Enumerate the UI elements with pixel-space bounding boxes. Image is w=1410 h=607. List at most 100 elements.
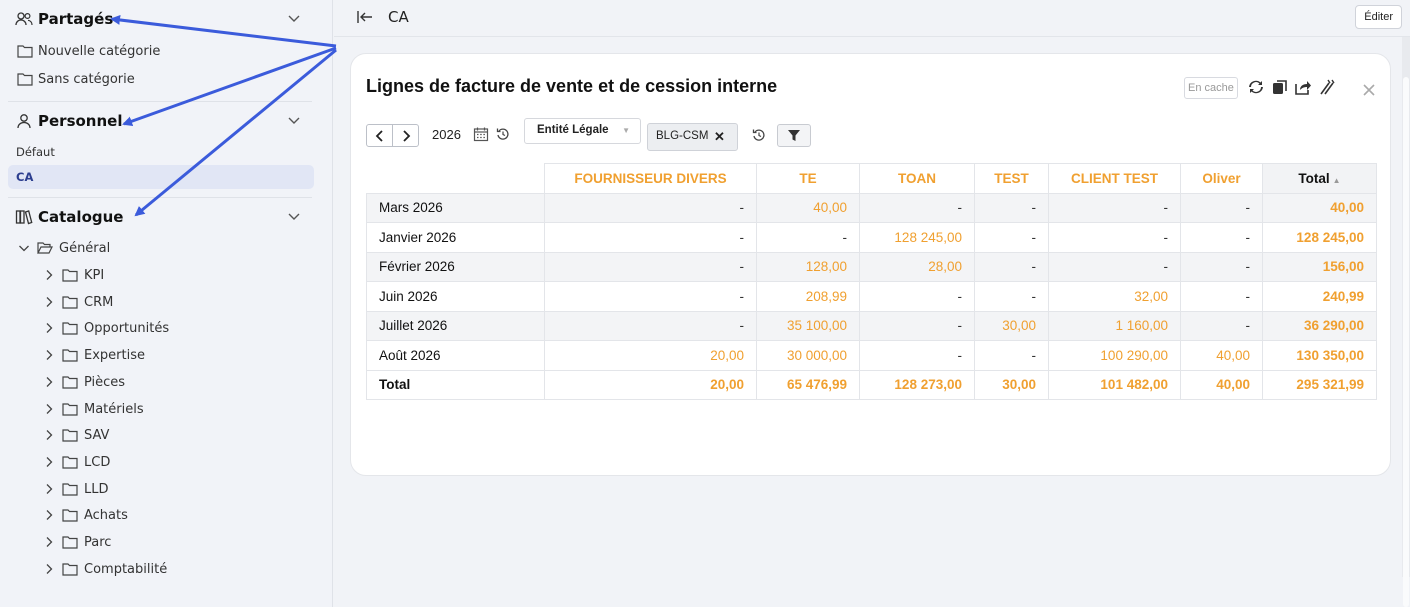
shared-folder-new[interactable]: Nouvelle catégorie xyxy=(17,40,160,62)
chevron-right-icon xyxy=(402,129,410,142)
row-total-cell: 36 290,00 xyxy=(1262,310,1377,341)
table-corner-cell xyxy=(366,163,545,194)
chevron-right-icon[interactable] xyxy=(42,321,56,335)
legal-entity-filter-label: Entité Légale xyxy=(537,124,609,136)
catalog-item[interactable]: Comptabilité xyxy=(42,558,167,580)
catalog-item[interactable]: Matériels xyxy=(42,398,144,420)
chevron-right-icon[interactable] xyxy=(42,455,56,469)
table-cell: - xyxy=(544,251,757,282)
catalog-item[interactable]: CRM xyxy=(42,291,113,313)
table-cell: 20,00 xyxy=(544,340,757,371)
chevron-right-icon[interactable] xyxy=(42,508,56,522)
top-bar: CA Éditer xyxy=(334,0,1410,37)
next-year-button[interactable] xyxy=(392,124,419,147)
table-row: Juillet 2026-35 100,00-30,00 1 160,00-36 … xyxy=(366,310,1377,341)
row-label: Mars 2026 xyxy=(366,192,545,223)
table-cell: - xyxy=(544,222,757,253)
folder-label: Nouvelle catégorie xyxy=(38,43,161,59)
tree-label: Général xyxy=(59,240,111,256)
table-cell: 128 273,00 xyxy=(859,369,975,400)
catalog-root-general[interactable]: Général xyxy=(17,237,110,259)
remove-chip-icon[interactable]: ✕ xyxy=(714,129,725,145)
sort-ascending-icon[interactable]: ▲ xyxy=(1333,176,1341,185)
refresh-icon[interactable] xyxy=(1247,78,1265,96)
catalog-item[interactable]: LLD xyxy=(42,478,109,500)
close-icon[interactable] xyxy=(1360,81,1378,99)
year-label: 2026 xyxy=(432,127,461,142)
users-icon xyxy=(15,10,33,28)
filter-button[interactable] xyxy=(777,124,811,147)
shared-folder-uncategorized[interactable]: Sans catégorie xyxy=(17,68,135,90)
chevron-down-icon[interactable] xyxy=(17,241,31,255)
page-title: CA xyxy=(388,8,409,26)
scrollbar-thumb[interactable] xyxy=(1403,77,1409,607)
edit-button[interactable]: Éditer xyxy=(1355,5,1402,29)
personal-item-default[interactable]: Défaut xyxy=(16,145,55,159)
column-header[interactable]: Oliver xyxy=(1180,163,1263,194)
chevron-right-icon[interactable] xyxy=(42,402,56,416)
catalog-item[interactable]: Opportunités xyxy=(42,317,169,339)
catalog-item[interactable]: Pièces xyxy=(42,371,125,393)
column-header-label: FOURNISSEUR DIVERS xyxy=(574,170,727,186)
scrollbar[interactable] xyxy=(1402,37,1410,607)
previous-year-button[interactable] xyxy=(366,124,393,147)
collapse-sidebar-icon[interactable] xyxy=(356,9,374,25)
chevron-right-icon[interactable] xyxy=(42,348,56,362)
legal-entity-filter[interactable]: Entité Légale ▼ xyxy=(524,118,641,144)
tree-label: Parc xyxy=(84,534,112,550)
chevron-right-icon[interactable] xyxy=(42,562,56,576)
row-label: Total xyxy=(366,369,545,400)
folder-icon xyxy=(62,563,78,576)
chevron-down-icon[interactable] xyxy=(286,208,302,224)
row-label: Juillet 2026 xyxy=(366,310,545,341)
row-total-cell: 128 245,00 xyxy=(1262,222,1377,253)
folder-icon xyxy=(62,483,78,496)
chevron-right-icon[interactable] xyxy=(42,295,56,309)
row-total-cell: 130 350,00 xyxy=(1262,340,1377,371)
section-header-shared[interactable]: Partagés xyxy=(15,7,312,31)
chevron-down-icon[interactable] xyxy=(286,10,302,26)
catalog-item[interactable]: LCD xyxy=(42,451,110,473)
column-header-label: Oliver xyxy=(1202,170,1241,186)
section-header-personal[interactable]: Personnel xyxy=(15,109,312,133)
duplicate-icon[interactable] xyxy=(1271,78,1289,96)
share-icon[interactable] xyxy=(1294,78,1312,96)
table-cell: - xyxy=(859,281,975,312)
reset-icon[interactable] xyxy=(496,127,510,141)
chevron-right-icon[interactable] xyxy=(42,482,56,496)
cache-badge: En cache xyxy=(1184,77,1238,99)
tree-label: Expertise xyxy=(84,347,145,363)
personal-item-ca[interactable]: CA xyxy=(8,165,314,189)
catalog-item[interactable]: Parc xyxy=(42,531,111,553)
table-cell: 128,00 xyxy=(756,251,860,282)
books-icon xyxy=(15,208,33,226)
table-cell: - xyxy=(1180,281,1263,312)
chevron-down-icon[interactable] xyxy=(286,112,302,128)
reset-icon[interactable] xyxy=(752,128,766,142)
column-header[interactable]: TEST xyxy=(974,163,1049,194)
section-header-catalog[interactable]: Catalogue xyxy=(15,205,312,229)
section-title-catalog: Catalogue xyxy=(38,208,124,226)
catalog-item[interactable]: Expertise xyxy=(42,344,145,366)
column-header[interactable]: TOAN xyxy=(859,163,975,194)
calendar-icon[interactable] xyxy=(473,126,489,142)
chevron-right-icon[interactable] xyxy=(42,375,56,389)
column-header[interactable]: TE xyxy=(756,163,860,194)
chevron-right-icon[interactable] xyxy=(42,268,56,282)
chevron-right-icon[interactable] xyxy=(42,535,56,549)
table-cell: 32,00 xyxy=(1048,281,1181,312)
report-card: Lignes de facture de vente et de cession… xyxy=(350,53,1391,476)
column-header[interactable]: Total ▲ xyxy=(1262,163,1377,194)
legal-entity-chip: BLG-CSM ✕ xyxy=(647,123,738,151)
catalog-item[interactable]: KPI xyxy=(42,264,104,286)
pivot-table: FOURNISSEUR DIVERS TE TOAN TEST CLIENT TEST O… xyxy=(366,163,1377,400)
folder-icon xyxy=(62,429,78,442)
table-cell: - xyxy=(1180,222,1263,253)
folder-icon xyxy=(17,45,33,58)
catalog-item[interactable]: SAV xyxy=(42,424,109,446)
catalog-item[interactable]: Achats xyxy=(42,504,128,526)
tools-icon[interactable] xyxy=(1318,78,1336,96)
chevron-right-icon[interactable] xyxy=(42,428,56,442)
column-header[interactable]: FOURNISSEUR DIVERS xyxy=(544,163,757,194)
column-header[interactable]: CLIENT TEST xyxy=(1048,163,1181,194)
